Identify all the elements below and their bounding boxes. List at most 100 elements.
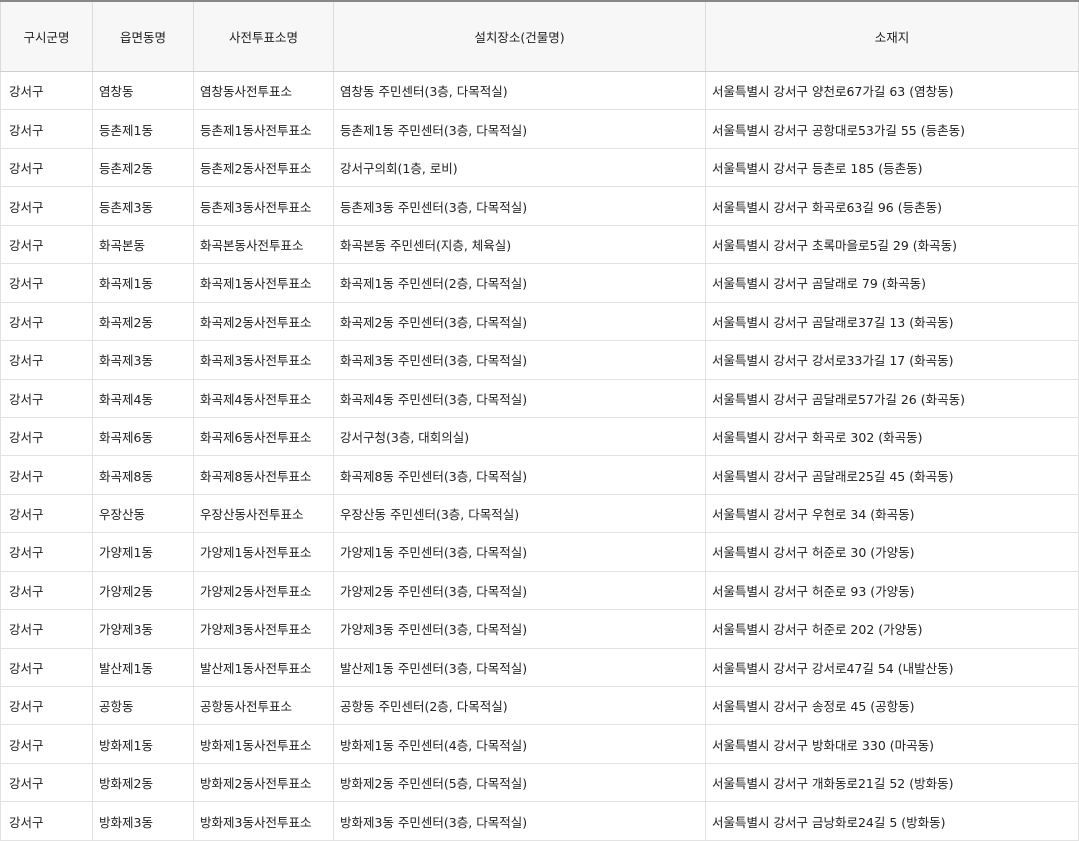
table-row: 강서구 공항동 공항동사전투표소 공항동 주민센터(2층, 다목적실) 서울특별시 강서… — [0, 686, 1079, 726]
cell-district: 강서구 — [0, 763, 93, 803]
table-row: 강서구 화곡본동 화곡본동사전투표소 화곡본동 주민센터(지층, 체육실) 서울특별시 … — [0, 225, 1079, 265]
table-row: 강서구 방화제1동 방화제1동사전투표소 방화제1동 주민센터(4층, 다목적실) 서울… — [0, 724, 1079, 764]
table-header: 구시군명 읍면동명 사전투표소명 설치장소(건물명) 소재지 — [0, 0, 1079, 72]
header-location: 설치장소(건물명) — [333, 0, 706, 72]
table-row: 강서구 등촌제2동 등촌제2동사전투표소 강서구의회(1층, 로비) 서울특별시 강서구… — [0, 148, 1079, 188]
cell-dong: 방화제3동 — [92, 801, 194, 841]
cell-station-name: 방화제2동사전투표소 — [193, 763, 334, 803]
cell-location: 우장산동 주민센터(3층, 다목적실) — [333, 494, 706, 534]
cell-dong: 방화제2동 — [92, 763, 194, 803]
table-row: 강서구 가양제1동 가양제1동사전투표소 가양제1동 주민센터(3층, 다목적실) 서울… — [0, 532, 1079, 572]
cell-address: 서울특별시 강서구 곰달래로57가길 26 (화곡동) — [705, 379, 1079, 418]
cell-address: 서울특별시 강서구 양천로67가길 63 (염창동) — [705, 71, 1079, 111]
cell-station-name: 가양제2동사전투표소 — [193, 571, 334, 611]
cell-station-name: 방화제3동사전투표소 — [193, 801, 334, 841]
cell-district: 강서구 — [0, 609, 93, 649]
table-row: 강서구 가양제3동 가양제3동사전투표소 가양제3동 주민센터(3층, 다목적실) 서울… — [0, 609, 1079, 649]
cell-dong: 화곡본동 — [92, 225, 194, 265]
cell-location: 염창동 주민센터(3층, 다목적실) — [333, 71, 706, 111]
cell-address: 서울특별시 강서구 초록마을로5길 29 (화곡동) — [705, 225, 1079, 265]
cell-location: 가양제1동 주민센터(3층, 다목적실) — [333, 532, 706, 572]
cell-district: 강서구 — [0, 379, 93, 418]
table-row: 강서구 화곡제8동 화곡제8동사전투표소 화곡제8동 주민센터(3층, 다목적실) 서울… — [0, 455, 1079, 495]
cell-address: 서울특별시 강서구 화곡로63길 96 (등촌동) — [705, 186, 1079, 226]
cell-address: 서울특별시 강서구 곰달래로25길 45 (화곡동) — [705, 455, 1079, 495]
polling-station-table: 구시군명 읍면동명 사전투표소명 설치장소(건물명) 소재지 강서구 염창동 염창동… — [0, 0, 1079, 841]
cell-location: 화곡제4동 주민센터(3층, 다목적실) — [333, 379, 706, 418]
cell-location: 방화제2동 주민센터(5층, 다목적실) — [333, 763, 706, 803]
table-row: 강서구 화곡제1동 화곡제1동사전투표소 화곡제1동 주민센터(2층, 다목적실) 서울… — [0, 263, 1079, 303]
table-row: 강서구 방화제3동 방화제3동사전투표소 방화제3동 주민센터(3층, 다목적실) 서울… — [0, 801, 1079, 841]
cell-station-name: 가양제3동사전투표소 — [193, 609, 334, 649]
cell-district: 강서구 — [0, 686, 93, 726]
cell-dong: 화곡제4동 — [92, 379, 194, 418]
cell-dong: 염창동 — [92, 71, 194, 111]
cell-address: 서울특별시 강서구 강서로33가길 17 (화곡동) — [705, 340, 1079, 380]
cell-station-name: 염창동사전투표소 — [193, 71, 334, 111]
cell-location: 화곡제3동 주민센터(3층, 다목적실) — [333, 340, 706, 380]
table-row: 강서구 등촌제1동 등촌제1동사전투표소 등촌제1동 주민센터(3층, 다목적실) 서울… — [0, 109, 1079, 149]
cell-address: 서울특별시 강서구 허준로 202 (가양동) — [705, 609, 1079, 649]
cell-station-name: 화곡본동사전투표소 — [193, 225, 334, 265]
cell-station-name: 등촌제2동사전투표소 — [193, 148, 334, 188]
cell-station-name: 화곡제4동사전투표소 — [193, 379, 334, 418]
cell-district: 강서구 — [0, 263, 93, 303]
cell-district: 강서구 — [0, 455, 93, 495]
cell-district: 강서구 — [0, 417, 93, 457]
cell-district: 강서구 — [0, 801, 93, 841]
cell-location: 방화제3동 주민센터(3층, 다목적실) — [333, 801, 706, 841]
table-row: 강서구 염창동 염창동사전투표소 염창동 주민센터(3층, 다목적실) 서울특별시 강서… — [0, 71, 1079, 111]
table-row: 강서구 화곡제3동 화곡제3동사전투표소 화곡제3동 주민센터(3층, 다목적실) 서울… — [0, 340, 1079, 380]
header-dong: 읍면동명 — [92, 0, 194, 72]
cell-dong: 방화제1동 — [92, 724, 194, 764]
cell-location: 강서구청(3층, 대회의실) — [333, 417, 706, 457]
cell-district: 강서구 — [0, 186, 93, 226]
cell-dong: 화곡제2동 — [92, 302, 194, 342]
cell-location: 화곡제8동 주민센터(3층, 다목적실) — [333, 455, 706, 495]
cell-dong: 화곡제6동 — [92, 417, 194, 457]
cell-station-name: 발산제1동사전투표소 — [193, 648, 334, 688]
cell-location: 화곡제1동 주민센터(2층, 다목적실) — [333, 263, 706, 303]
header-row: 구시군명 읍면동명 사전투표소명 설치장소(건물명) 소재지 — [0, 0, 1079, 72]
cell-location: 발산제1동 주민센터(3층, 다목적실) — [333, 648, 706, 688]
cell-location: 화곡본동 주민센터(지층, 체육실) — [333, 225, 706, 265]
cell-district: 강서구 — [0, 571, 93, 611]
cell-location: 등촌제3동 주민센터(3층, 다목적실) — [333, 186, 706, 226]
cell-location: 가양제3동 주민센터(3층, 다목적실) — [333, 609, 706, 649]
cell-district: 강서구 — [0, 724, 93, 764]
cell-address: 서울특별시 강서구 공항대로53가길 55 (등촌동) — [705, 109, 1079, 149]
cell-station-name: 화곡제1동사전투표소 — [193, 263, 334, 303]
cell-station-name: 화곡제6동사전투표소 — [193, 417, 334, 457]
cell-district: 강서구 — [0, 302, 93, 342]
cell-station-name: 화곡제8동사전투표소 — [193, 455, 334, 495]
cell-district: 강서구 — [0, 225, 93, 265]
cell-location: 공항동 주민센터(2층, 다목적실) — [333, 686, 706, 726]
cell-district: 강서구 — [0, 494, 93, 534]
cell-address: 서울특별시 강서구 개화동로21길 52 (방화동) — [705, 763, 1079, 803]
cell-district: 강서구 — [0, 71, 93, 111]
cell-station-name: 공항동사전투표소 — [193, 686, 334, 726]
cell-district: 강서구 — [0, 148, 93, 188]
cell-address: 서울특별시 강서구 방화대로 330 (마곡동) — [705, 724, 1079, 764]
cell-dong: 가양제1동 — [92, 532, 194, 572]
table-row: 강서구 가양제2동 가양제2동사전투표소 가양제2동 주민센터(3층, 다목적실) 서울… — [0, 571, 1079, 611]
cell-location: 가양제2동 주민센터(3층, 다목적실) — [333, 571, 706, 611]
cell-dong: 화곡제1동 — [92, 263, 194, 303]
cell-district: 강서구 — [0, 648, 93, 688]
cell-station-name: 방화제1동사전투표소 — [193, 724, 334, 764]
cell-location: 등촌제1동 주민센터(3층, 다목적실) — [333, 109, 706, 149]
cell-address: 서울특별시 강서구 송정로 45 (공항동) — [705, 686, 1079, 726]
cell-location: 화곡제2동 주민센터(3층, 다목적실) — [333, 302, 706, 342]
cell-dong: 등촌제2동 — [92, 148, 194, 188]
cell-dong: 등촌제1동 — [92, 109, 194, 149]
cell-station-name: 등촌제1동사전투표소 — [193, 109, 334, 149]
cell-address: 서울특별시 강서구 허준로 93 (가양동) — [705, 571, 1079, 611]
cell-dong: 화곡제8동 — [92, 455, 194, 495]
cell-location: 방화제1동 주민센터(4층, 다목적실) — [333, 724, 706, 764]
cell-station-name: 우장산동사전투표소 — [193, 494, 334, 534]
table-row: 강서구 발산제1동 발산제1동사전투표소 발산제1동 주민센터(3층, 다목적실) 서울… — [0, 648, 1079, 688]
header-station-name: 사전투표소명 — [193, 0, 334, 72]
cell-address: 서울특별시 강서구 등촌로 185 (등촌동) — [705, 148, 1079, 188]
cell-station-name: 가양제1동사전투표소 — [193, 532, 334, 572]
cell-dong: 우장산동 — [92, 494, 194, 534]
